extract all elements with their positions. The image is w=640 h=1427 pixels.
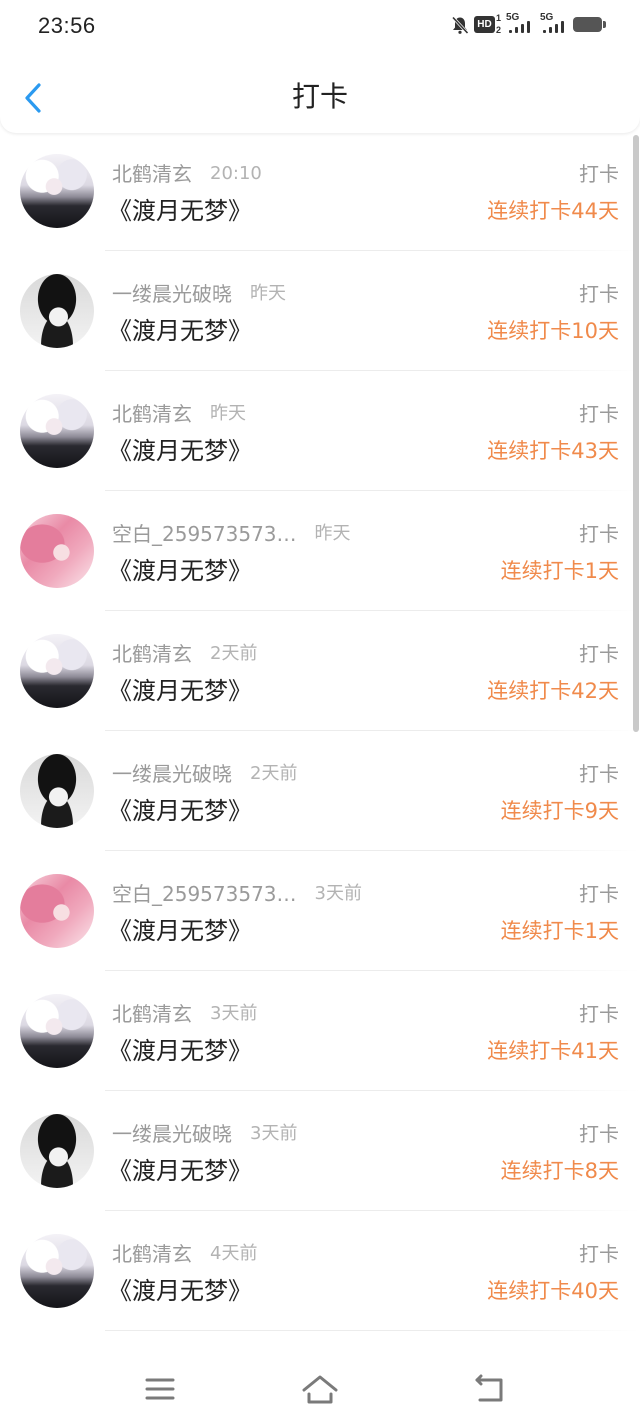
book-title[interactable]: 《渡月无梦》 — [108, 435, 252, 467]
avatar[interactable] — [20, 274, 94, 348]
book-title[interactable]: 《渡月无梦》 — [108, 195, 252, 227]
checkin-time: 3天前 — [314, 883, 362, 904]
checkin-label: 打卡 — [579, 642, 619, 666]
book-title[interactable]: 《渡月无梦》 — [108, 915, 252, 947]
book-title[interactable]: 《渡月无梦》 — [108, 1035, 252, 1067]
page-title: 打卡 — [291, 80, 348, 113]
user-name[interactable]: 北鹤清玄 — [112, 1241, 192, 1267]
checkin-list[interactable]: 北鹤清玄 20:10 《渡月无梦》 打卡 连续打卡44天 一缕晨光破晓 昨天 《… — [0, 131, 640, 1331]
user-name[interactable]: 北鹤清玄 — [112, 401, 192, 427]
bell-mute-icon — [451, 16, 469, 35]
user-name[interactable]: 一缕晨光破晓 — [112, 761, 232, 787]
menu-icon[interactable] — [145, 1376, 175, 1402]
streak-count: 连续打卡40天 — [487, 1279, 619, 1303]
row-meta: 北鹤清玄 昨天 — [112, 401, 246, 427]
checkin-label: 打卡 — [579, 1002, 619, 1026]
streak-count: 连续打卡42天 — [487, 679, 619, 703]
row-meta: 空白_259573573… 昨天 — [112, 521, 351, 547]
system-nav-bar — [0, 1360, 640, 1420]
checkin-row[interactable]: 北鹤清玄 20:10 《渡月无梦》 打卡 连续打卡44天 — [0, 131, 640, 251]
book-title[interactable]: 《渡月无梦》 — [108, 675, 252, 707]
avatar[interactable] — [20, 874, 94, 948]
avatar[interactable] — [20, 754, 94, 828]
checkin-time: 4天前 — [210, 1243, 258, 1264]
header: 23:56 HD 1 2 5G 5G 打卡 — [0, 0, 640, 133]
streak-count: 连续打卡10天 — [487, 319, 619, 343]
checkin-row[interactable]: 一缕晨光破晓 3天前 《渡月无梦》 打卡 连续打卡8天 — [0, 1091, 640, 1211]
checkin-label: 打卡 — [579, 402, 619, 426]
checkin-time: 20:10 — [210, 163, 262, 184]
avatar[interactable] — [20, 514, 94, 588]
avatar[interactable] — [20, 634, 94, 708]
row-meta: 空白_259573573… 3天前 — [112, 881, 362, 907]
avatar[interactable] — [20, 1114, 94, 1188]
book-title[interactable]: 《渡月无梦》 — [108, 1275, 252, 1307]
checkin-time: 昨天 — [210, 403, 246, 424]
status-bar: 23:56 HD 1 2 5G 5G — [0, 0, 640, 52]
row-meta: 北鹤清玄 2天前 — [112, 641, 257, 667]
row-meta: 北鹤清玄 4天前 — [112, 1241, 257, 1267]
row-meta: 一缕晨光破晓 2天前 — [112, 761, 297, 787]
book-title[interactable]: 《渡月无梦》 — [108, 555, 252, 587]
streak-count: 连续打卡43天 — [487, 439, 619, 463]
checkin-label: 打卡 — [579, 1242, 619, 1266]
user-name[interactable]: 北鹤清玄 — [112, 1001, 192, 1027]
sim-2-indicator: 2 — [496, 25, 502, 35]
user-name[interactable]: 北鹤清玄 — [112, 641, 192, 667]
checkin-time: 3天前 — [210, 1003, 258, 1024]
user-name[interactable]: 空白_259573573… — [112, 881, 297, 907]
checkin-label: 打卡 — [579, 162, 619, 186]
checkin-time: 2天前 — [250, 763, 298, 784]
streak-count: 连续打卡1天 — [500, 559, 619, 583]
checkin-time: 昨天 — [250, 283, 286, 304]
user-name[interactable]: 空白_259573573… — [112, 521, 297, 547]
row-meta: 一缕晨光破晓 昨天 — [112, 281, 286, 307]
streak-count: 连续打卡41天 — [487, 1039, 619, 1063]
user-name[interactable]: 一缕晨光破晓 — [112, 1121, 232, 1147]
book-title[interactable]: 《渡月无梦》 — [108, 795, 252, 827]
checkin-row[interactable]: 一缕晨光破晓 2天前 《渡月无梦》 打卡 连续打卡9天 — [0, 731, 640, 851]
streak-count: 连续打卡1天 — [500, 919, 619, 943]
battery-cap — [603, 21, 606, 28]
back-icon[interactable] — [472, 1374, 506, 1404]
checkin-label: 打卡 — [579, 522, 619, 546]
streak-count: 连续打卡44天 — [487, 199, 619, 223]
book-title[interactable]: 《渡月无梦》 — [108, 315, 252, 347]
checkin-row[interactable]: 北鹤清玄 2天前 《渡月无梦》 打卡 连续打卡42天 — [0, 611, 640, 731]
checkin-label: 打卡 — [579, 1122, 619, 1146]
row-meta: 北鹤清玄 3天前 — [112, 1001, 257, 1027]
hd-voice-icon: HD — [474, 16, 495, 33]
checkin-label: 打卡 — [579, 762, 619, 786]
avatar[interactable] — [20, 394, 94, 468]
avatar[interactable] — [20, 154, 94, 228]
checkin-time: 昨天 — [314, 523, 351, 544]
checkin-time: 2天前 — [210, 643, 258, 664]
row-meta: 一缕晨光破晓 3天前 — [112, 1121, 297, 1147]
streak-count: 连续打卡9天 — [500, 799, 619, 823]
checkin-row[interactable]: 北鹤清玄 3天前 《渡月无梦》 打卡 连续打卡41天 — [0, 971, 640, 1091]
signal-icon — [509, 17, 533, 33]
sim-1-indicator: 1 — [496, 13, 502, 23]
avatar[interactable] — [20, 1234, 94, 1308]
checkin-label: 打卡 — [579, 282, 619, 306]
signal-icon — [543, 17, 567, 33]
checkin-row[interactable]: 北鹤清玄 昨天 《渡月无梦》 打卡 连续打卡43天 — [0, 371, 640, 491]
checkin-row[interactable]: 一缕晨光破晓 昨天 《渡月无梦》 打卡 连续打卡10天 — [0, 251, 640, 371]
checkin-label: 打卡 — [579, 882, 619, 906]
streak-count: 连续打卡8天 — [500, 1159, 619, 1183]
avatar[interactable] — [20, 994, 94, 1068]
user-name[interactable]: 一缕晨光破晓 — [112, 281, 232, 307]
checkin-row[interactable]: 空白_259573573… 昨天 《渡月无梦》 打卡 连续打卡1天 — [0, 491, 640, 611]
battery-icon — [573, 17, 602, 32]
checkin-row[interactable]: 北鹤清玄 4天前 《渡月无梦》 打卡 连续打卡40天 — [0, 1211, 640, 1331]
home-icon[interactable] — [301, 1373, 339, 1405]
status-time: 23:56 — [38, 13, 96, 38]
book-title[interactable]: 《渡月无梦》 — [108, 1155, 252, 1187]
user-name[interactable]: 北鹤清玄 — [112, 161, 192, 187]
scrollbar[interactable] — [633, 135, 639, 732]
checkin-row[interactable]: 空白_259573573… 3天前 《渡月无梦》 打卡 连续打卡1天 — [0, 851, 640, 971]
divider — [105, 1330, 640, 1331]
checkin-time: 3天前 — [250, 1123, 298, 1144]
row-meta: 北鹤清玄 20:10 — [112, 161, 262, 187]
